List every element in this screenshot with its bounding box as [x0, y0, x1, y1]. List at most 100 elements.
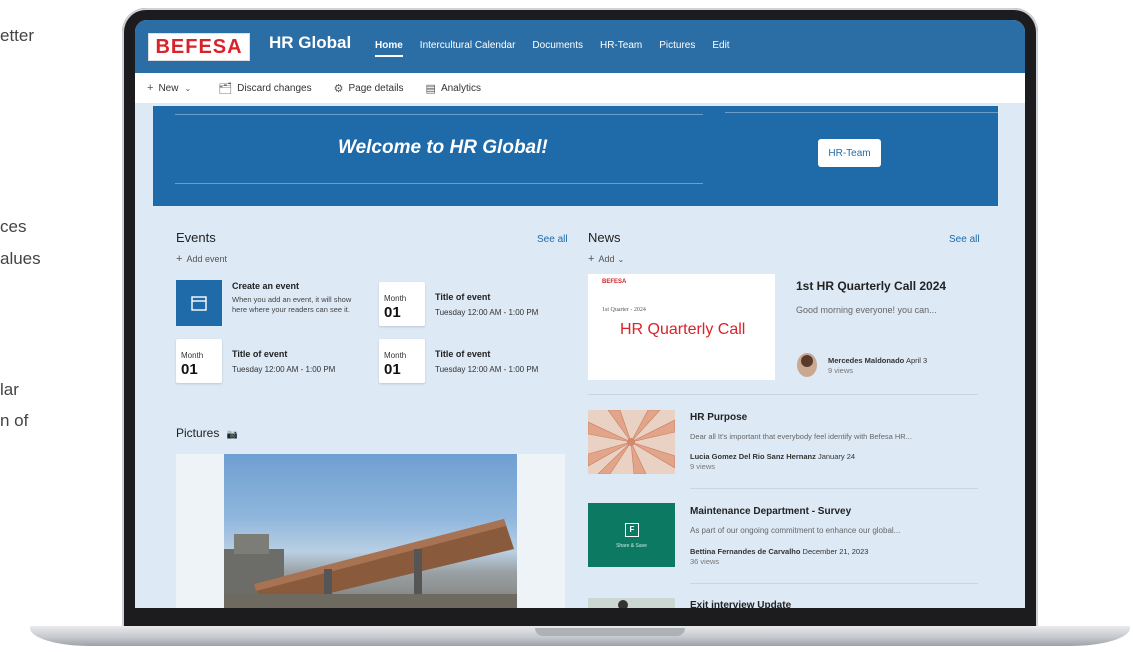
- news-item-description: Dear all It's important that everybody f…: [690, 432, 912, 441]
- event-day: 01: [384, 304, 401, 321]
- news-item-meta: Lucia Gomez Del Rio Sanz Hernanz January…: [690, 452, 855, 461]
- event-title[interactable]: Title of event: [232, 349, 287, 359]
- featured-news-meta: Mercedes Maldonado April 3: [828, 356, 927, 365]
- news-author[interactable]: Bettina Fernandes de Carvalho: [690, 547, 800, 556]
- top-navigation: BEFESA HR Global Home Intercultural Cale…: [135, 20, 1025, 73]
- thumb-logo: BEFESA: [602, 279, 627, 285]
- news-views: 9 views: [828, 366, 854, 375]
- event-day: 01: [181, 361, 198, 378]
- discard-label: Discard changes: [237, 82, 312, 94]
- event-title[interactable]: Title of event: [435, 349, 490, 359]
- new-label: New: [158, 82, 179, 94]
- thumb-label: Share & Save: [616, 543, 647, 549]
- news-divider: [588, 394, 978, 395]
- event-title[interactable]: Title of event: [435, 292, 490, 302]
- event-date-tile: Month 01: [379, 339, 425, 383]
- analytics-button[interactable]: ▤ Analytics: [426, 82, 481, 95]
- camera-emoji-icon: 📷: [226, 429, 238, 439]
- hr-team-button[interactable]: HR-Team: [818, 139, 881, 167]
- chevron-down-icon: ⌄: [184, 83, 192, 93]
- forms-icon: F: [625, 523, 639, 537]
- add-event-label: Add event: [186, 254, 227, 264]
- news-item-meta: Bettina Fernandes de Carvalho December 2…: [690, 547, 868, 556]
- event-day: 01: [384, 361, 401, 378]
- news-date: January 24: [817, 452, 856, 461]
- news-item-title[interactable]: Maintenance Department - Survey: [690, 506, 851, 517]
- left-text-fragment: lar: [0, 380, 19, 399]
- news-thumbnail[interactable]: [588, 410, 675, 474]
- analytics-label: Analytics: [440, 82, 481, 94]
- industrial-kiln-illustration: [224, 519, 517, 612]
- command-bar: + New ⌄ 🗂 Discard changes ⚙ Page details…: [135, 73, 1025, 103]
- news-see-all-link[interactable]: See all: [949, 234, 980, 245]
- news-item-title[interactable]: HR Purpose: [690, 412, 747, 423]
- news-author[interactable]: Lucia Gomez Del Rio Sanz Hernanz: [690, 452, 816, 461]
- event-month: Month: [181, 351, 204, 360]
- add-news-label: Add: [598, 254, 615, 264]
- gear-icon: ⚙: [333, 82, 344, 95]
- analytics-icon: ▤: [425, 82, 436, 95]
- new-button[interactable]: + New ⌄: [147, 82, 196, 94]
- add-event-button[interactable]: + Add event: [176, 253, 227, 265]
- nav-menu: Home Intercultural Calendar Documents HR…: [375, 40, 747, 57]
- page-details-label: Page details: [348, 82, 404, 94]
- befesa-logo[interactable]: BEFESA: [148, 33, 250, 61]
- page-details-button[interactable]: ⚙ Page details: [334, 82, 404, 95]
- hero-divider: [725, 112, 998, 113]
- calendar-icon: [191, 296, 207, 311]
- hands-together-illustration: [588, 410, 675, 474]
- news-item-description: As part of our ongoing commitment to enh…: [690, 526, 901, 535]
- calendar-icon-tile[interactable]: [176, 280, 222, 326]
- left-text-fragment: ces: [0, 217, 27, 236]
- thumb-subtitle: 1st Quarter - 2024: [602, 307, 646, 313]
- discard-changes-button[interactable]: 🗂 Discard changes: [218, 82, 311, 95]
- event-time: Tuesday 12:00 AM - 1:00 PM: [435, 365, 539, 374]
- pictures-title-text: Pictures: [176, 426, 220, 440]
- news-divider: [690, 583, 978, 584]
- left-text-fragment: n of: [0, 411, 29, 430]
- event-date-tile: Month 01: [176, 339, 222, 383]
- event-date-tile: Month 01: [379, 282, 425, 326]
- laptop-screen: BEFESA HR Global Home Intercultural Cale…: [135, 20, 1025, 612]
- event-time: Tuesday 12:00 AM - 1:00 PM: [232, 365, 336, 374]
- events-see-all-link[interactable]: See all: [537, 234, 568, 245]
- create-event-title[interactable]: Create an event: [232, 281, 299, 291]
- pictures-title: Pictures 📷: [176, 426, 238, 440]
- news-thumbnail[interactable]: F Share & Save: [588, 503, 675, 567]
- left-text-fragment: alues: [0, 249, 41, 268]
- plus-icon: +: [588, 253, 595, 265]
- featured-news-description: Good morning everyone! you can...: [796, 305, 937, 315]
- news-views: 9 views: [690, 462, 716, 471]
- nav-pictures[interactable]: Pictures: [659, 40, 695, 57]
- screen-bottom-bar: [135, 608, 1025, 612]
- events-title: Events: [176, 230, 216, 245]
- news-author[interactable]: Mercedes Maldonado: [828, 356, 904, 365]
- chevron-down-icon: ⌄: [617, 255, 625, 264]
- event-month: Month: [384, 294, 407, 303]
- hero-banner: Welcome to HR Global! HR-Team: [153, 106, 998, 206]
- add-news-button[interactable]: + Add ⌄: [588, 253, 624, 265]
- logo-text: BEFESA: [155, 35, 243, 58]
- nav-intercultural-calendar[interactable]: Intercultural Calendar: [420, 40, 516, 57]
- news-divider: [690, 488, 978, 489]
- featured-news-title[interactable]: 1st HR Quarterly Call 2024: [796, 279, 946, 293]
- gallery-photo[interactable]: [224, 454, 517, 612]
- thumb-title: HR Quarterly Call: [620, 321, 746, 338]
- news-title: News: [588, 230, 621, 245]
- hero-divider: [175, 183, 703, 184]
- discard-icon: 🗂: [218, 82, 233, 95]
- news-date: April 3: [905, 356, 928, 365]
- author-avatar: [797, 353, 817, 377]
- event-month: Month: [384, 351, 407, 360]
- nav-hr-team[interactable]: HR-Team: [600, 40, 642, 57]
- hero-title: Welcome to HR Global!: [338, 137, 548, 158]
- site-title[interactable]: HR Global: [269, 33, 351, 53]
- plus-icon: +: [176, 253, 183, 265]
- nav-home[interactable]: Home: [375, 40, 403, 57]
- laptop-notch: [535, 628, 685, 636]
- hero-divider: [175, 114, 703, 115]
- create-event-description: When you add an event, it will show here…: [232, 295, 352, 314]
- nav-edit[interactable]: Edit: [712, 40, 729, 57]
- featured-news-thumbnail[interactable]: BEFESA 1st Quarter - 2024 HR Quarterly C…: [588, 274, 775, 380]
- nav-documents[interactable]: Documents: [532, 40, 583, 57]
